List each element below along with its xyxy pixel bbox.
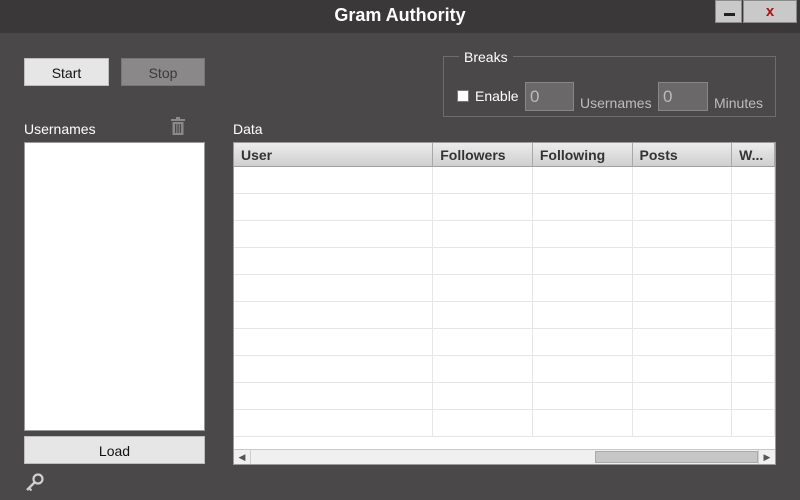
table-cell [633, 410, 733, 437]
data-label: Data [233, 121, 263, 137]
table-cell [433, 329, 533, 356]
table-cell [433, 248, 533, 275]
table-cell [433, 302, 533, 329]
table-row[interactable] [234, 302, 775, 329]
load-button[interactable]: Load [24, 436, 205, 464]
breaks-legend: Breaks [459, 49, 513, 65]
table-cell [633, 275, 733, 302]
table-cell [633, 194, 733, 221]
table-cell [433, 167, 533, 194]
data-table[interactable]: User Followers Following Posts W... ◀ ▶ [233, 142, 776, 465]
table-header: User Followers Following Posts W... [234, 143, 775, 167]
title-bar: Gram Authority x [0, 0, 800, 33]
table-cell [732, 410, 775, 437]
table-cell [533, 302, 633, 329]
scrollbar-thumb[interactable] [595, 451, 758, 463]
enable-label[interactable]: Enable [475, 88, 519, 104]
trash-icon[interactable] [170, 117, 186, 136]
table-row[interactable] [234, 167, 775, 194]
column-header-followers[interactable]: Followers [433, 143, 533, 167]
enable-checkbox[interactable] [457, 90, 469, 102]
table-body [234, 167, 775, 450]
table-cell [732, 383, 775, 410]
column-header-user[interactable]: User [234, 143, 434, 167]
scroll-right-icon[interactable]: ▶ [758, 450, 775, 464]
minimize-button[interactable] [715, 0, 742, 23]
table-cell [533, 275, 633, 302]
table-cell [633, 167, 733, 194]
usernames-count-input[interactable]: 0 [525, 82, 574, 111]
table-cell [234, 275, 434, 302]
table-cell [234, 383, 434, 410]
table-row[interactable] [234, 410, 775, 437]
table-cell [234, 248, 434, 275]
table-cell [433, 410, 533, 437]
table-cell [533, 221, 633, 248]
table-cell [732, 275, 775, 302]
horizontal-scrollbar[interactable]: ◀ ▶ [234, 449, 775, 464]
table-cell [234, 302, 434, 329]
table-row[interactable] [234, 275, 775, 302]
start-button[interactable]: Start [24, 58, 109, 86]
usernames-label: Usernames [24, 121, 96, 137]
table-cell [433, 194, 533, 221]
table-row[interactable] [234, 329, 775, 356]
table-cell [732, 194, 775, 221]
table-cell [633, 329, 733, 356]
usernames-unit-label: Usernames [580, 95, 652, 111]
table-cell [234, 329, 434, 356]
window-title: Gram Authority [334, 5, 466, 25]
table-row[interactable] [234, 194, 775, 221]
stop-button[interactable]: Stop [121, 58, 205, 86]
table-cell [433, 356, 533, 383]
table-row[interactable] [234, 221, 775, 248]
table-cell [533, 329, 633, 356]
table-cell [533, 248, 633, 275]
table-cell [633, 221, 733, 248]
table-cell [433, 221, 533, 248]
table-cell [732, 302, 775, 329]
table-cell [732, 248, 775, 275]
table-cell [533, 410, 633, 437]
table-row[interactable] [234, 356, 775, 383]
table-cell [433, 275, 533, 302]
table-cell [533, 356, 633, 383]
table-cell [234, 194, 434, 221]
close-button[interactable]: x [743, 0, 797, 23]
column-header-posts[interactable]: Posts [633, 143, 733, 167]
table-cell [234, 356, 434, 383]
table-cell [732, 329, 775, 356]
table-row[interactable] [234, 383, 775, 410]
table-cell [234, 410, 434, 437]
scroll-left-icon[interactable]: ◀ [234, 450, 251, 464]
table-cell [433, 383, 533, 410]
table-cell [633, 248, 733, 275]
table-cell [533, 167, 633, 194]
table-cell [234, 167, 434, 194]
table-cell [732, 221, 775, 248]
table-cell [633, 383, 733, 410]
minutes-unit-label: Minutes [714, 95, 764, 111]
minutes-input[interactable]: 0 [658, 82, 708, 111]
minimize-icon [724, 13, 735, 16]
column-header-following[interactable]: Following [533, 143, 633, 167]
table-cell [533, 194, 633, 221]
table-cell [732, 356, 775, 383]
key-icon[interactable] [24, 473, 44, 493]
table-cell [633, 302, 733, 329]
table-row[interactable] [234, 248, 775, 275]
table-cell [234, 221, 434, 248]
usernames-list[interactable] [24, 142, 205, 431]
breaks-group: Breaks Enable 0 Usernames 0 Minutes [443, 49, 776, 117]
table-cell [633, 356, 733, 383]
table-cell [533, 383, 633, 410]
column-header-truncated[interactable]: W... [732, 143, 775, 167]
table-cell [732, 167, 775, 194]
